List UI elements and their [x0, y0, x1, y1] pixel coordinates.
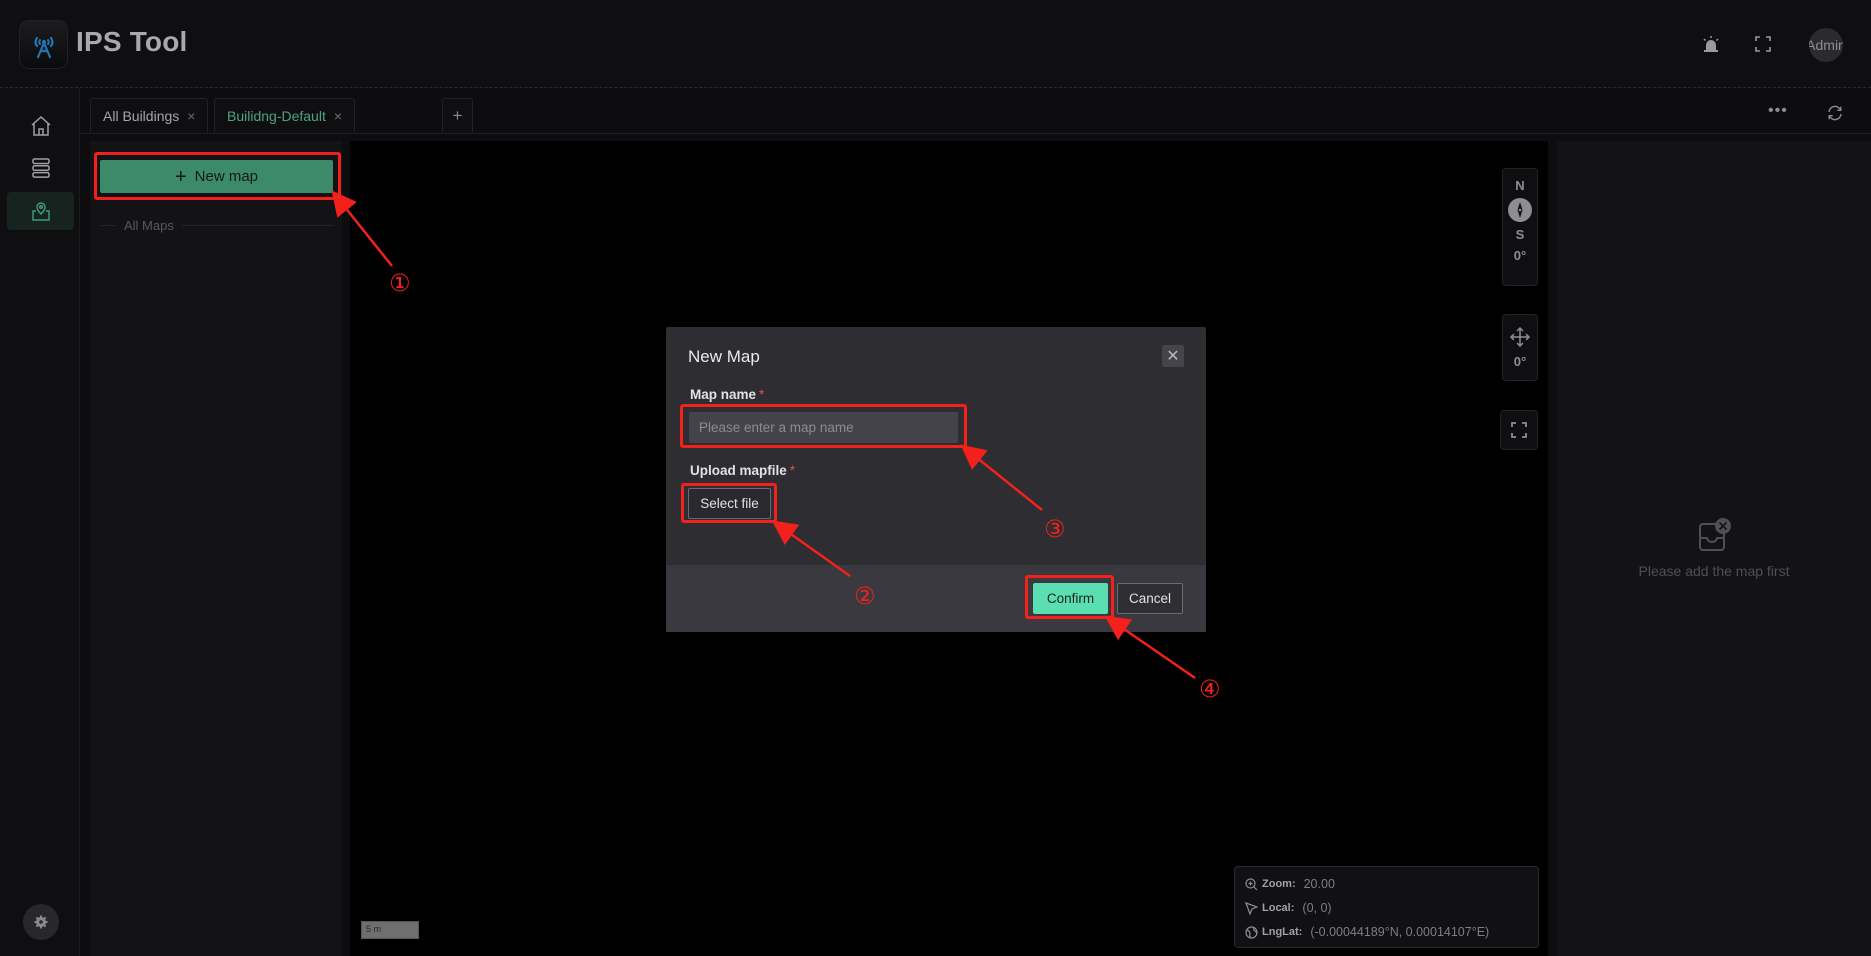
map-scale-bar: 5 m: [361, 921, 419, 939]
home-icon: [31, 115, 50, 136]
empty-inbox-icon: [1698, 518, 1732, 552]
map-name-label-text: Map name: [690, 387, 757, 402]
dialog-title: New Map: [688, 347, 760, 366]
map-info-panel: Zoom: 20.00 Local: (0, 0) LngLat: (-0.00…: [1234, 866, 1539, 948]
divider-line: [181, 224, 333, 226]
divider-line: [100, 224, 116, 226]
lnglat-value: (-0.00044189°N, 0.00014107°E): [1310, 925, 1490, 939]
required-mark: *: [789, 463, 796, 478]
cancel-button[interactable]: Cancel: [1117, 583, 1183, 614]
dialog-footer: Confirm Cancel: [666, 565, 1206, 632]
tab-close-icon[interactable]: ×: [334, 108, 342, 124]
new-map-button[interactable]: + New map: [100, 160, 333, 193]
app-title: IPS Tool: [76, 26, 188, 57]
upload-label: Upload mapfile *: [690, 463, 795, 478]
plus-icon: +: [174, 165, 187, 188]
more-options-button[interactable]: •••: [1768, 102, 1788, 120]
panel-splitter: [1548, 141, 1557, 956]
app-logo: [19, 20, 68, 69]
map-name-input[interactable]: [689, 412, 958, 443]
select-file-button[interactable]: Select file: [688, 488, 771, 519]
server-list-icon: [31, 158, 50, 178]
tab-close-icon[interactable]: ×: [187, 108, 195, 124]
required-mark: *: [759, 387, 765, 402]
alarm-icon[interactable]: [1699, 32, 1723, 56]
top-bar: IPS Tool Admin: [0, 0, 1871, 88]
zoom-value: 20.00: [1303, 877, 1335, 891]
lnglat-row: LngLat: (-0.00044189°N, 0.00014107°E): [1245, 920, 1528, 944]
nav-item-map[interactable]: [7, 192, 74, 230]
compass-icon: [1508, 198, 1532, 222]
tab-bar: All Buildings × Builidng-Default × +: [81, 88, 1871, 134]
tab-label: Builidng-Default: [227, 107, 326, 124]
compass-rotation: 0°: [1513, 248, 1527, 263]
map-pin-icon: [31, 202, 50, 221]
map-name-label: Map name *: [690, 387, 764, 402]
lnglat-key: LngLat:: [1262, 926, 1303, 938]
upload-label-text: Upload mapfile: [690, 463, 787, 478]
pan-control[interactable]: 0°: [1502, 314, 1538, 381]
zoom-row: Zoom: 20.00: [1245, 872, 1528, 896]
new-map-label: New map: [194, 168, 259, 185]
tilt-value: 0°: [1513, 354, 1527, 369]
fullscreen-icon[interactable]: [1751, 32, 1775, 56]
empty-state-text: Please add the map first: [1638, 563, 1790, 579]
tab-all-buildings[interactable]: All Buildings ×: [90, 98, 209, 132]
local-key: Local:: [1262, 902, 1295, 914]
close-icon[interactable]: ✕: [1162, 345, 1184, 367]
side-nav: [0, 88, 80, 956]
settings-button[interactable]: [23, 904, 59, 940]
zoom-key: Zoom:: [1262, 878, 1296, 890]
app-window: IPS Tool Admin All Buildings × Builidng-…: [0, 0, 1871, 956]
map-fullscreen-button[interactable]: [1500, 410, 1538, 450]
all-maps-label: All Maps: [124, 217, 174, 233]
compass-north-label: N: [1515, 178, 1525, 193]
compass-south-label: S: [1515, 227, 1525, 242]
move-arrows-icon: [1509, 326, 1531, 348]
compass-control[interactable]: N S 0°: [1502, 168, 1538, 286]
user-avatar[interactable]: Admin: [1809, 28, 1843, 62]
zoom-in-icon: [1245, 877, 1258, 890]
nav-item-list[interactable]: [7, 149, 74, 187]
add-tab-button[interactable]: +: [442, 98, 473, 132]
nav-item-home[interactable]: [7, 107, 74, 145]
refresh-icon[interactable]: [1826, 104, 1846, 124]
new-map-dialog: New Map ✕ Map name* Upload mapfile* Sele…: [666, 327, 1206, 632]
all-maps-divider: All Maps: [100, 217, 333, 233]
tab-label: All Buildings: [103, 107, 180, 124]
tab-building-default[interactable]: Builidng-Default ×: [214, 98, 356, 132]
fullscreen-icon: [1511, 422, 1527, 438]
local-row: Local: (0, 0): [1245, 896, 1528, 920]
confirm-button[interactable]: Confirm: [1033, 583, 1108, 614]
gear-icon: [34, 915, 48, 929]
maps-panel: [90, 141, 342, 956]
cursor-icon: [1245, 901, 1258, 915]
local-value: (0, 0): [1302, 901, 1332, 915]
globe-icon: [1245, 925, 1258, 939]
antenna-icon: [33, 36, 54, 58]
